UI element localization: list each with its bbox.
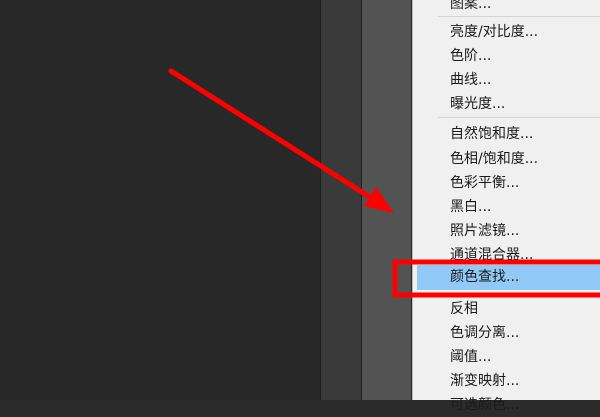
menu-separator	[438, 117, 600, 118]
menu-item-brightness-contrast[interactable]: 亮度/对比度...	[417, 20, 600, 44]
menu-item-black-white[interactable]: 黑白...	[417, 195, 600, 219]
menu-item-levels[interactable]: 色阶...	[417, 44, 600, 68]
menu-item-curves[interactable]: 曲线...	[417, 68, 600, 92]
menu-item-selective-color[interactable]: 可选颜色...	[417, 393, 600, 417]
adjustments-menu: 图案... 亮度/对比度... 色阶... 曲线... 曝光度... 自然饱和度…	[412, 0, 600, 413]
menu-item-pattern[interactable]: 图案...	[417, 0, 600, 16]
menu-item-threshold[interactable]: 阈值...	[417, 345, 600, 369]
panel-divider	[320, 0, 362, 400]
menu-item-invert[interactable]: 反相	[417, 297, 600, 321]
menu-item-gradient-map[interactable]: 渐变映射...	[417, 369, 600, 393]
menu-item-vibrance[interactable]: 自然饱和度...	[417, 122, 600, 146]
menu-item-posterize[interactable]: 色调分离...	[417, 321, 600, 345]
menu-item-channel-mixer[interactable]: 通道混合器...	[417, 243, 600, 267]
menu-item-color-balance[interactable]: 色彩平衡...	[417, 171, 600, 195]
menu-separator	[438, 293, 600, 294]
menu-item-color-lookup[interactable]: 颜色查找...	[417, 265, 600, 290]
panel-strip	[362, 0, 412, 400]
menu-separator	[438, 16, 600, 17]
document-canvas	[0, 0, 320, 400]
menu-item-exposure[interactable]: 曝光度...	[417, 92, 600, 116]
menu-item-photo-filter[interactable]: 照片滤镜...	[417, 219, 600, 243]
menu-item-hue-saturation[interactable]: 色相/饱和度...	[417, 147, 600, 171]
